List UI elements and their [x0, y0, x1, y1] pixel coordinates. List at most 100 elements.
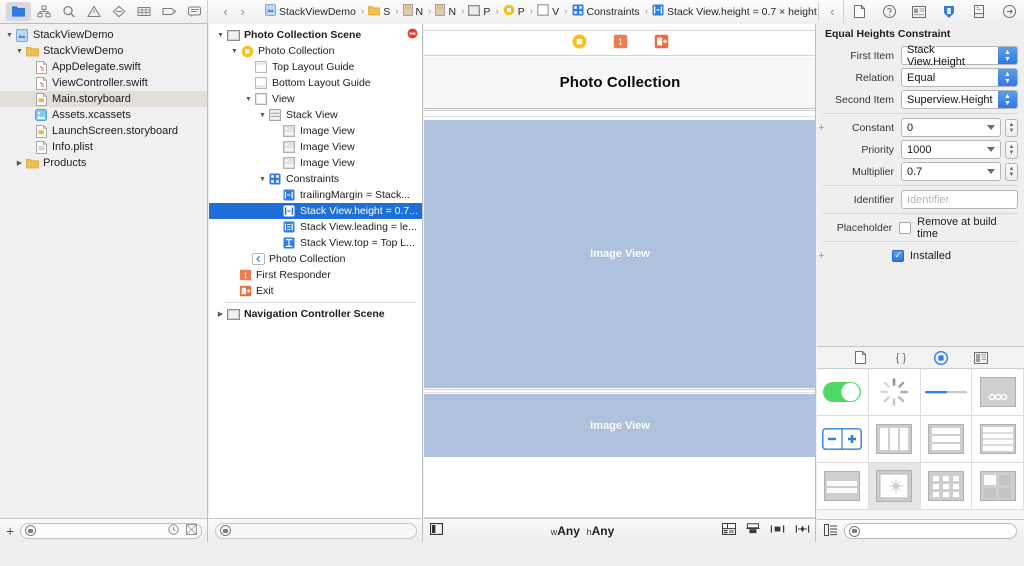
breadcrumb-constraints[interactable]: Constraints ›	[571, 4, 651, 19]
previous-warning-button[interactable]: ‹	[825, 5, 840, 18]
library-item-table-view[interactable]	[972, 416, 1024, 463]
view-as-icon[interactable]	[429, 522, 444, 538]
library-search-field[interactable]	[844, 523, 1017, 539]
outline-row-imageview-3[interactable]: Image View	[209, 155, 422, 171]
outline-row-constraints[interactable]: ▼ Constraints	[209, 171, 422, 187]
disclosure-triangle-icon[interactable]: ▼	[257, 112, 268, 119]
assistant-editor-icon[interactable]	[878, 3, 900, 21]
tree-row-appdelegate[interactable]: AppDelegate.swift	[0, 59, 207, 75]
library-item-table-view-cell[interactable]	[817, 463, 869, 510]
library-item-page-control[interactable]	[972, 369, 1024, 416]
search-scope-icon[interactable]	[849, 525, 860, 537]
chevron-down-icon[interactable]: ▲ ▼	[998, 91, 1017, 108]
clock-icon[interactable]	[168, 523, 179, 538]
filter-scope-icon[interactable]	[25, 525, 37, 536]
pin-icon[interactable]	[770, 523, 785, 538]
library-item-progress-view[interactable]	[920, 369, 973, 416]
zoom-icon[interactable]	[220, 525, 231, 536]
navigator-filter-field[interactable]	[20, 522, 202, 539]
disclosure-triangle-icon[interactable]: ▼	[14, 48, 25, 55]
stack-embed-icon[interactable]	[722, 523, 736, 538]
breadcrumb-scene[interactable]: P ›	[467, 4, 501, 19]
outline-row-imageview-1[interactable]: Image View	[209, 123, 422, 139]
outline-row-stackview[interactable]: ▼ Stack View	[209, 107, 422, 123]
object-library-tab[interactable]	[932, 350, 950, 366]
list-view-icon[interactable]	[824, 523, 837, 539]
constant-combo[interactable]: 0	[901, 118, 1001, 137]
add-variation-button[interactable]: +	[817, 122, 826, 133]
forward-button[interactable]: ›	[235, 5, 250, 18]
multiplier-combo[interactable]: 0.7	[901, 162, 1001, 181]
breadcrumb-constraint[interactable]: Stack View.height = 0.7 × height	[651, 4, 818, 19]
second-item-popup[interactable]: Superview.Height ▲ ▼	[901, 90, 1018, 109]
breadcrumb-viewcontroller[interactable]: P ›	[502, 4, 536, 19]
outline-row-navigation-controller-scene[interactable]: ▶ Navigation Controller Scene	[209, 306, 422, 322]
outline-row-first-responder[interactable]: 1 First Responder	[209, 267, 422, 283]
outline-row-bottom-layout-guide[interactable]: Bottom Layout Guide	[209, 75, 422, 91]
first-responder-icon[interactable]: 1	[613, 34, 628, 52]
outline-row-constraint-trailing[interactable]: trailingMargin = Stack...	[209, 187, 422, 203]
disclosure-triangle-icon[interactable]: ▼	[215, 32, 226, 39]
tree-row-assets[interactable]: Assets.xcassets	[0, 107, 207, 123]
file-inspector-tab[interactable]	[852, 350, 870, 366]
outline-row-constraint-leading[interactable]: Stack View.leading = le...	[209, 219, 422, 235]
disclosure-triangle-icon[interactable]: ▼	[257, 176, 268, 183]
source-control-navigator-icon[interactable]	[31, 2, 56, 21]
library-item-collection-view-cell[interactable]	[972, 463, 1024, 510]
resolve-issues-icon[interactable]	[795, 523, 810, 538]
placeholder-checkbox[interactable]	[899, 221, 912, 234]
symbol-navigator-icon[interactable]	[56, 2, 81, 21]
library-item-image-view[interactable]	[868, 463, 921, 510]
breadcrumb-view[interactable]: V ›	[536, 4, 570, 19]
hide-utilities-icon[interactable]	[998, 3, 1020, 21]
project-navigator-icon[interactable]	[6, 2, 32, 21]
breadcrumb-group[interactable]: S ›	[367, 5, 401, 19]
chevron-down-icon[interactable]	[987, 169, 995, 174]
breadcrumb-project[interactable]: StackViewDemo ›	[264, 4, 367, 19]
relation-popup[interactable]: Equal ▲ ▼	[901, 68, 1018, 87]
breadcrumb-storyboard-1[interactable]: N ›	[402, 4, 435, 19]
canvas-image-view-2[interactable]: Image View	[424, 394, 815, 457]
outline-row-imageview-2[interactable]: Image View	[209, 139, 422, 155]
add-installed-variation-button[interactable]: +	[817, 250, 826, 261]
viewcontroller-icon[interactable]	[572, 34, 587, 52]
chevron-down-icon[interactable]	[987, 125, 995, 130]
library-item-horizontal-stack-view[interactable]	[868, 416, 921, 463]
identifier-input[interactable]: Identifier	[901, 190, 1018, 209]
outline-row-exit[interactable]: Exit	[209, 283, 422, 299]
library-item-collection-view[interactable]	[920, 463, 973, 510]
error-badge-icon[interactable]	[407, 28, 418, 42]
align-icon[interactable]	[746, 523, 760, 538]
version-editor-icon[interactable]	[908, 3, 930, 21]
tree-row-project[interactable]: ▼ StackViewDemo	[0, 27, 207, 43]
library-item-vertical-stack-view[interactable]	[920, 416, 973, 463]
tree-row-viewcontroller[interactable]: ViewController.swift	[0, 75, 207, 91]
outline-row-viewcontroller[interactable]: ▼ Photo Collection	[209, 43, 422, 59]
filter-icon[interactable]	[186, 523, 197, 538]
disclosure-triangle-icon[interactable]: ▼	[243, 96, 254, 103]
report-navigator-icon[interactable]	[182, 2, 207, 21]
hide-navigator-icon[interactable]	[938, 3, 960, 21]
tree-row-launchscreen[interactable]: LaunchScreen.storyboard	[0, 123, 207, 139]
outline-row-constraint-top[interactable]: Stack View.top = Top L...	[209, 235, 422, 251]
priority-combo[interactable]: 1000	[901, 140, 1001, 159]
outline-row-scene[interactable]: ▼ Photo Collection Scene	[209, 27, 422, 43]
constant-stepper[interactable]: ▲ ▼	[1005, 118, 1018, 137]
chevron-down-icon[interactable]	[987, 147, 995, 152]
standard-editor-icon[interactable]	[848, 3, 870, 21]
exit-icon[interactable]	[654, 34, 669, 52]
installed-checkbox[interactable]: ✓	[892, 249, 904, 262]
library-item-stepper[interactable]	[817, 416, 869, 463]
size-class-indicator[interactable]: wAny hAny	[443, 524, 722, 538]
disclosure-triangle-icon[interactable]: ▼	[4, 32, 15, 39]
test-navigator-icon[interactable]	[107, 2, 132, 21]
interface-builder-canvas[interactable]: 1 Photo Collection Image View Image View…	[424, 24, 816, 542]
tree-row-group[interactable]: ▼ StackViewDemo	[0, 43, 207, 59]
library-item-switch[interactable]	[817, 369, 869, 416]
canvas-image-view-1[interactable]: Image View	[424, 120, 815, 388]
breakpoint-navigator-icon[interactable]	[157, 2, 182, 21]
outline-row-constraint-height[interactable]: Stack View.height = 0.7...	[209, 203, 422, 219]
tree-row-products[interactable]: ▶ Products	[0, 155, 207, 171]
disclosure-triangle-icon[interactable]: ▼	[229, 48, 240, 55]
breadcrumb-storyboard-2[interactable]: N ›	[434, 4, 467, 19]
